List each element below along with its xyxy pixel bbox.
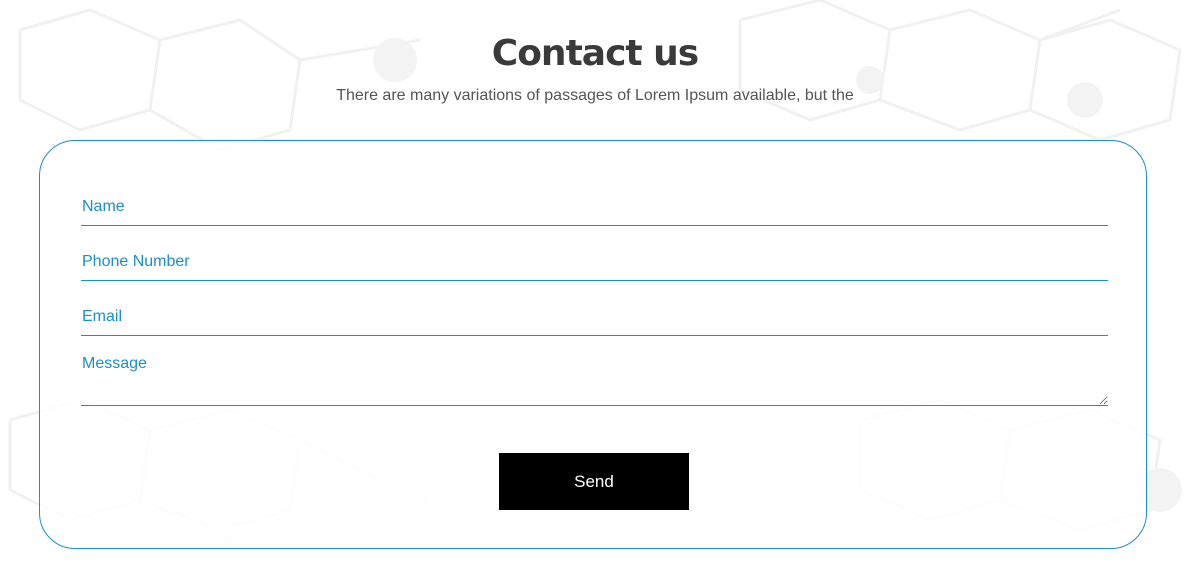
page-subtitle: There are many variations of passages of… (336, 87, 854, 104)
contact-form: Send (39, 140, 1147, 549)
send-button[interactable]: Send (499, 453, 689, 510)
email-field[interactable] (81, 299, 1108, 336)
message-field[interactable] (81, 351, 1108, 406)
name-field[interactable] (81, 189, 1108, 226)
phone-number-field[interactable] (81, 244, 1108, 281)
page-title: Contact us (491, 33, 699, 74)
contact-section: Contact us There are many variations of … (0, 0, 1190, 586)
